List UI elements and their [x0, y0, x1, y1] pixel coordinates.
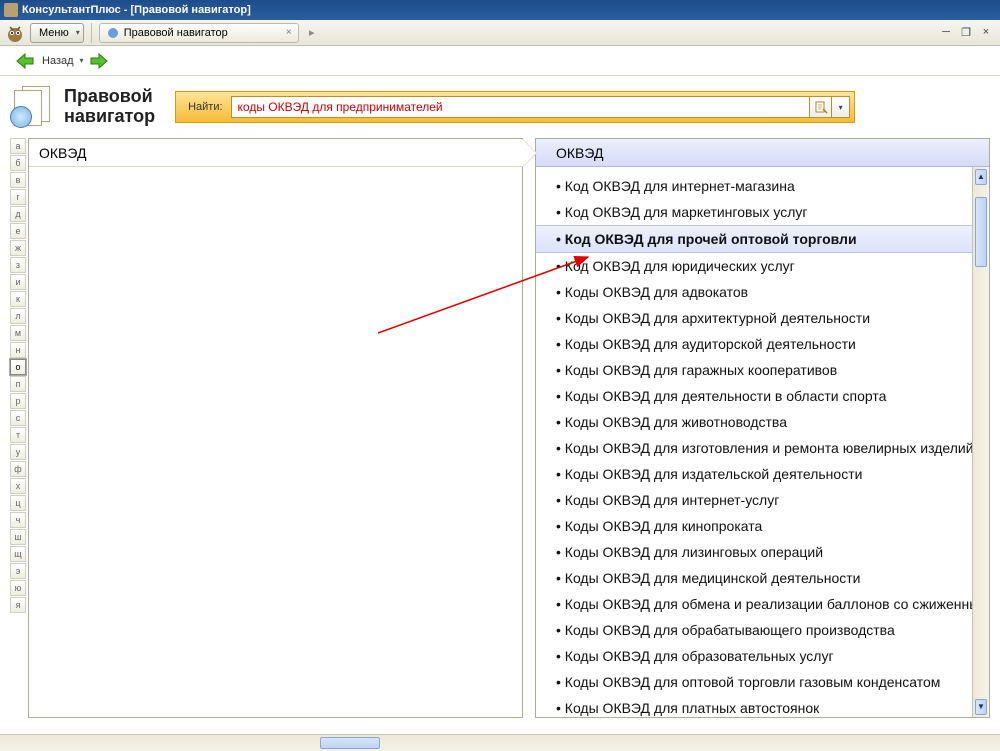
- navigator-icon: [10, 84, 56, 130]
- tab-close-icon[interactable]: ×: [286, 27, 292, 38]
- alpha-letter-т[interactable]: т: [10, 427, 26, 443]
- list-item[interactable]: Коды ОКВЭД для обмена и реализации балло…: [536, 591, 989, 617]
- alpha-letter-к[interactable]: к: [10, 291, 26, 307]
- right-panel-header: ОКВЭД: [536, 139, 989, 167]
- splitter[interactable]: [523, 138, 535, 718]
- mdi-minimize[interactable]: ─: [936, 26, 956, 39]
- alpha-letter-з[interactable]: з: [10, 257, 26, 273]
- title-bar: КонсультантПлюс - [Правовой навигатор]: [0, 0, 1000, 20]
- nav-forward-button[interactable]: [88, 51, 110, 71]
- list-item[interactable]: Коды ОКВЭД для оптовой торговли газовым …: [536, 669, 989, 695]
- list-item[interactable]: Коды ОКВЭД для изготовления и ремонта юв…: [536, 435, 989, 461]
- alpha-letter-д[interactable]: д: [10, 206, 26, 222]
- mdi-restore[interactable]: ❐: [956, 26, 976, 39]
- alpha-letter-я[interactable]: я: [10, 597, 26, 613]
- list-item[interactable]: Код ОКВЭД для прочей оптовой торговли: [536, 225, 989, 253]
- nav-back-button[interactable]: [14, 51, 36, 71]
- owl-icon: [4, 23, 26, 43]
- window-title: КонсультантПлюс - [Правовой навигатор]: [22, 4, 251, 16]
- right-list: Код ОКВЭД для интернет-магазинаКод ОКВЭД…: [536, 167, 989, 717]
- scroll-thumb[interactable]: [975, 197, 987, 267]
- alpha-letter-ф[interactable]: ф: [10, 461, 26, 477]
- compass-icon: [108, 28, 118, 38]
- list-item[interactable]: Коды ОКВЭД для аудиторской деятельности: [536, 331, 989, 357]
- list-item[interactable]: Коды ОКВЭД для архитектурной деятельност…: [536, 305, 989, 331]
- alpha-letter-щ[interactable]: щ: [10, 546, 26, 562]
- alpha-letter-ю[interactable]: ю: [10, 580, 26, 596]
- search-box: Найти: ▾: [175, 91, 855, 123]
- mdi-controls: ─ ❐ ×: [936, 26, 996, 39]
- tab-label: Правовой навигатор: [124, 27, 228, 39]
- list-item[interactable]: Коды ОКВЭД для медицинской деятельности: [536, 565, 989, 591]
- alpha-letter-в[interactable]: в: [10, 172, 26, 188]
- list-item[interactable]: Коды ОКВЭД для платных автостоянок: [536, 695, 989, 717]
- list-item[interactable]: Коды ОКВЭД для обрабатывающего производс…: [536, 617, 989, 643]
- mdi-close[interactable]: ×: [976, 26, 996, 39]
- alpha-letter-и[interactable]: и: [10, 274, 26, 290]
- alpha-letter-м[interactable]: м: [10, 325, 26, 341]
- right-panel: ОКВЭД Код ОКВЭД для интернет-магазинаКод…: [535, 138, 990, 718]
- menu-label: Меню: [39, 27, 69, 39]
- page-title: Правовой навигатор: [64, 87, 155, 127]
- workspace: Правовой навигатор Найти: ▾ aбвгдежзиклм…: [0, 76, 1000, 718]
- alpha-letter-х[interactable]: х: [10, 478, 26, 494]
- tab-add-button[interactable]: ▸: [303, 24, 321, 42]
- nav-bar: Назад ▾: [0, 46, 1000, 76]
- alpha-letter-ж[interactable]: ж: [10, 240, 26, 256]
- menu-button[interactable]: Меню: [30, 23, 84, 43]
- divider: [91, 23, 92, 43]
- tab-navigator[interactable]: Правовой навигатор ×: [99, 23, 299, 43]
- list-item[interactable]: Код ОКВЭД для интернет-магазина: [536, 173, 989, 199]
- horizontal-scrollbar[interactable]: [0, 734, 1000, 751]
- list-item[interactable]: Коды ОКВЭД для адвокатов: [536, 279, 989, 305]
- list-item[interactable]: Код ОКВЭД для юридических услуг: [536, 253, 989, 279]
- search-dropdown[interactable]: ▾: [832, 96, 850, 118]
- search-action-icon[interactable]: [810, 96, 832, 118]
- alpha-letter-п[interactable]: п: [10, 376, 26, 392]
- alpha-letter-э[interactable]: э: [10, 563, 26, 579]
- page-title-block: Правовой навигатор: [10, 84, 155, 130]
- menubar: Меню Правовой навигатор × ▸ ─ ❐ ×: [0, 20, 1000, 46]
- list-item[interactable]: Коды ОКВЭД для лизинговых операций: [536, 539, 989, 565]
- alpha-letter-с[interactable]: с: [10, 410, 26, 426]
- alpha-index: aбвгдежзиклмнопрстуфхцчшщэюя: [10, 138, 28, 718]
- vertical-scrollbar[interactable]: ▲ ▼: [972, 167, 989, 717]
- alpha-letter-б[interactable]: б: [10, 155, 26, 171]
- list-item[interactable]: Коды ОКВЭД для интернет-услуг: [536, 487, 989, 513]
- alpha-letter-ш[interactable]: ш: [10, 529, 26, 545]
- search-label: Найти:: [180, 101, 230, 113]
- search-input[interactable]: [231, 96, 811, 118]
- alpha-letter-ч[interactable]: ч: [10, 512, 26, 528]
- nav-back-dropdown[interactable]: ▾: [80, 56, 84, 65]
- app-icon: [4, 3, 18, 17]
- list-item[interactable]: Коды ОКВЭД для образовательных услуг: [536, 643, 989, 669]
- alpha-letter-н[interactable]: н: [10, 342, 26, 358]
- left-panel: ОКВЭД: [28, 138, 523, 718]
- alpha-letter-г[interactable]: г: [10, 189, 26, 205]
- list-item[interactable]: Коды ОКВЭД для издательской деятельности: [536, 461, 989, 487]
- alpha-letter-е[interactable]: е: [10, 223, 26, 239]
- scroll-down-icon[interactable]: ▼: [975, 699, 987, 715]
- hscroll-thumb[interactable]: [320, 737, 380, 749]
- alpha-letter-о[interactable]: о: [10, 359, 26, 375]
- list-item[interactable]: Коды ОКВЭД для кинопроката: [536, 513, 989, 539]
- nav-back-label: Назад: [40, 55, 76, 67]
- alpha-letter-у[interactable]: у: [10, 444, 26, 460]
- alpha-letter-a[interactable]: a: [10, 138, 26, 154]
- alpha-letter-ц[interactable]: ц: [10, 495, 26, 511]
- list-item[interactable]: Коды ОКВЭД для животноводства: [536, 409, 989, 435]
- scroll-up-icon[interactable]: ▲: [975, 169, 987, 185]
- left-panel-header[interactable]: ОКВЭД: [29, 139, 522, 167]
- list-item[interactable]: Код ОКВЭД для маркетинговых услуг: [536, 199, 989, 225]
- list-item[interactable]: Коды ОКВЭД для деятельности в области сп…: [536, 383, 989, 409]
- alpha-letter-л[interactable]: л: [10, 308, 26, 324]
- alpha-letter-р[interactable]: р: [10, 393, 26, 409]
- list-item[interactable]: Коды ОКВЭД для гаражных кооперативов: [536, 357, 989, 383]
